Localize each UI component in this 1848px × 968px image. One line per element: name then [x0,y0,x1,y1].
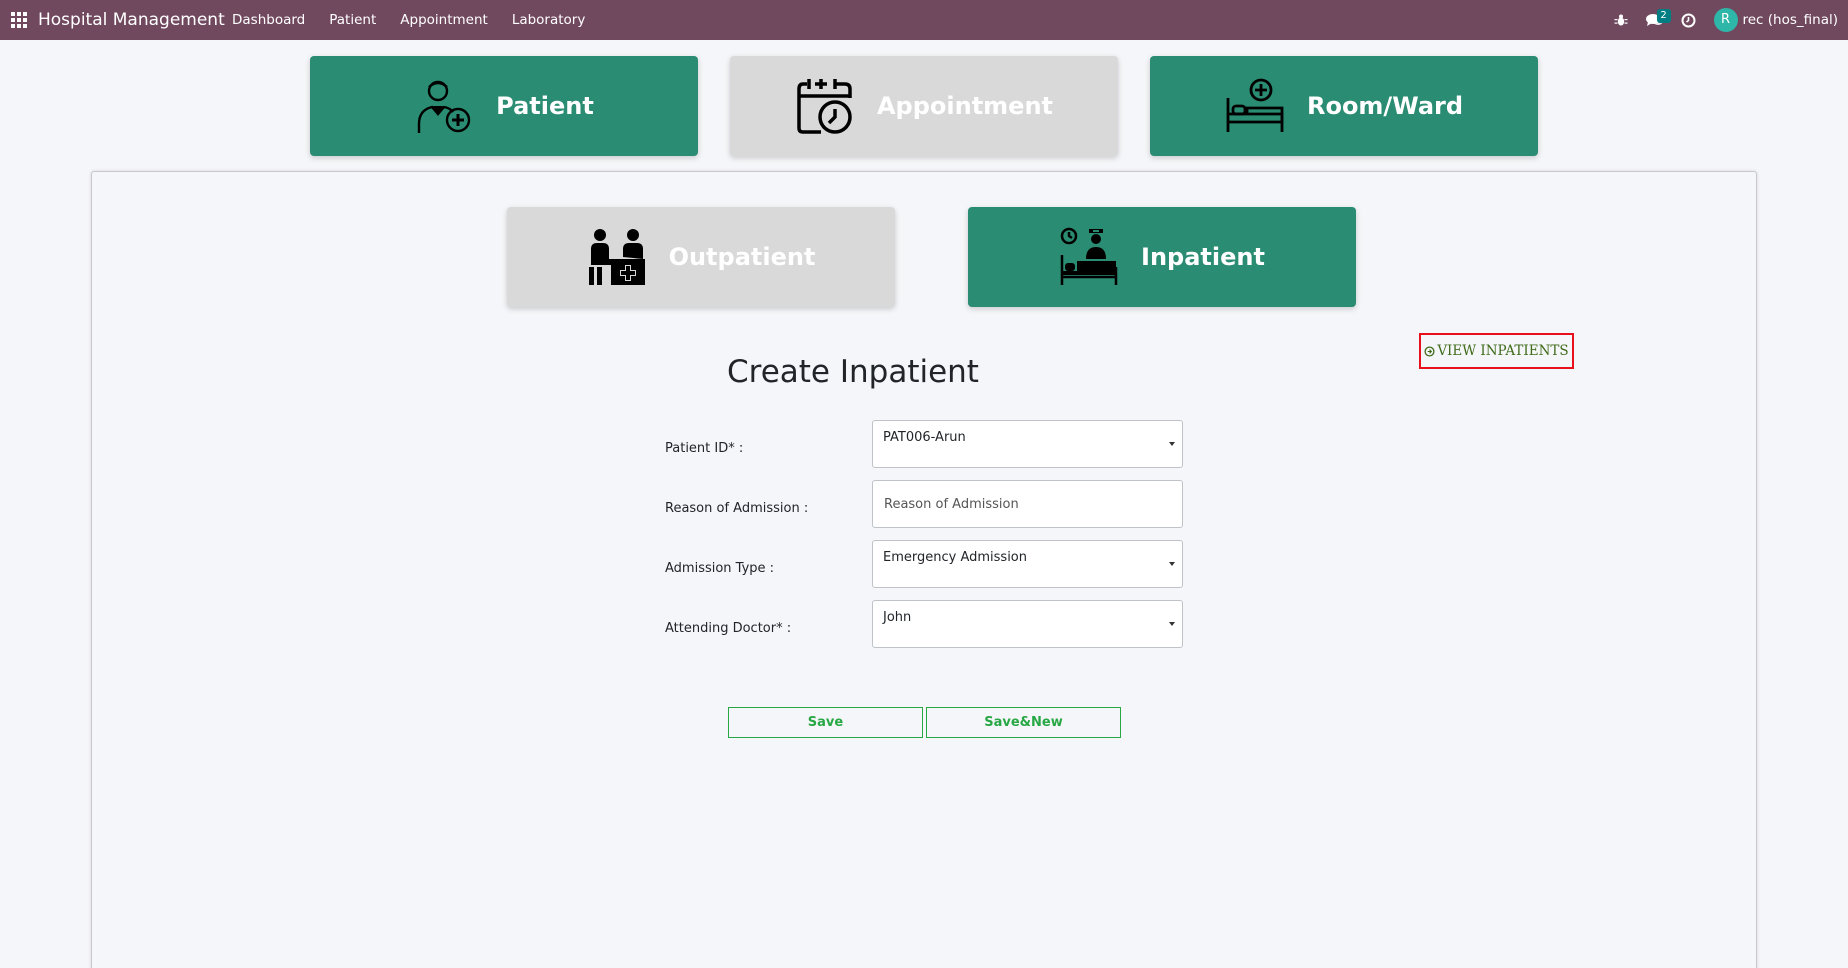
patient-add-icon [417,80,471,133]
user-menu[interactable]: R rec (hos_final) [1706,0,1848,40]
menu-item-patient[interactable]: Patient [317,0,388,40]
caret-down-icon [1169,622,1175,626]
reason-label: Reason of Admission : [665,501,809,516]
top-navbar: Hospital Management Dashboard Patient Ap… [0,0,1848,40]
save-button[interactable]: Save [728,707,923,738]
tile-label: Room/Ward [1306,92,1464,120]
patient-id-label: Patient ID* : [665,441,744,456]
calendar-clock-icon [797,79,852,134]
apps-grid-icon[interactable] [11,12,27,28]
user-name: rec (hos_final) [1742,12,1839,28]
admission-type-value: Emergency Admission [883,550,1027,565]
save-and-new-button[interactable]: Save&New [926,707,1121,738]
tile-label: Patient [496,92,594,120]
main-menu: Dashboard Patient Appointment Laboratory [220,0,597,40]
tile-inpatient[interactable]: Inpatient [968,207,1356,307]
app-brand[interactable]: Hospital Management [38,0,225,40]
attending-doctor-select[interactable]: John [872,600,1183,648]
attending-doctor-value: John [883,610,912,625]
menu-item-dashboard[interactable]: Dashboard [220,0,317,40]
tile-label: Inpatient [1141,243,1265,271]
circle-arrow-icon [1424,345,1435,357]
patient-id-select[interactable]: PAT006-Arun [872,420,1183,468]
inpatient-bed-icon [1060,227,1118,285]
hospital-bed-icon [1226,78,1284,132]
caret-down-icon [1169,442,1175,446]
tile-room-ward[interactable]: Room/Ward [1150,56,1538,156]
menu-item-laboratory[interactable]: Laboratory [500,0,598,40]
menu-item-appointment[interactable]: Appointment [388,0,500,40]
avatar: R [1713,8,1738,32]
caret-down-icon [1169,562,1175,566]
view-inpatients-button[interactable]: VIEW INPATIENTS [1419,333,1574,369]
activity-clock-icon[interactable] [1672,0,1706,40]
doctor-desk-icon [588,229,645,285]
chat-messages-icon[interactable]: 2 [1638,0,1672,40]
debug-bug-icon[interactable] [1604,0,1638,40]
tile-patient[interactable]: Patient [310,56,698,156]
tile-appointment[interactable]: Appointment [730,56,1118,156]
reason-of-admission-input[interactable] [873,481,1182,527]
admission-type-label: Admission Type : [665,561,775,576]
chat-count-badge: 2 [1656,9,1671,23]
tile-outpatient[interactable]: Outpatient [507,207,895,307]
view-inpatients-label: VIEW INPATIENTS [1437,343,1569,359]
systray: 2 R rec (hos_final) [1604,0,1848,40]
tile-label: Appointment [876,92,1054,120]
tile-label: Outpatient [668,243,816,271]
admission-type-select[interactable]: Emergency Admission [872,540,1183,588]
form-title: Create Inpatient [727,354,979,390]
reason-field-wrapper [872,480,1183,528]
patient-id-value: PAT006-Arun [883,430,966,445]
attending-doctor-label: Attending Doctor* : [665,621,792,636]
